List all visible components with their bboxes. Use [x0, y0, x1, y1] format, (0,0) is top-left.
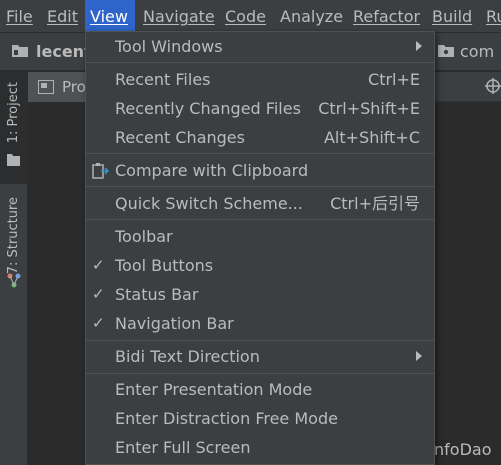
menu-item-tool-buttons[interactable]: ✓ Tool Buttons: [86, 251, 434, 280]
menu-separator: [86, 62, 434, 63]
structure-icon: [7, 273, 21, 288]
menu-item-bidi-text-direction[interactable]: Bidi Text Direction: [86, 342, 434, 371]
menu-item-recently-changed-files[interactable]: Recently Changed Files Ctrl+Shift+E: [86, 94, 434, 123]
check-icon: ✓: [92, 285, 105, 303]
project-view-tab-label: Pro: [62, 78, 86, 96]
navigation-bar-label: Navigation Bar: [115, 314, 234, 333]
menu-item-navigation-bar[interactable]: ✓ Navigation Bar: [86, 309, 434, 338]
compare-with-clipboard-label: Compare with Clipboard: [115, 161, 309, 180]
menu-item-recent-files[interactable]: Recent Files Ctrl+E: [86, 65, 434, 94]
menu-item-compare-with-clipboard[interactable]: Compare with Clipboard: [86, 156, 434, 185]
recent-changes-shortcut: Alt+Shift+C: [323, 128, 420, 147]
menu-item-tool-windows[interactable]: Tool Windows: [86, 32, 434, 61]
package-folder-icon: [438, 45, 454, 57]
menu-separator: [86, 219, 434, 220]
background-editor-text: nfoDao: [434, 440, 492, 459]
menu-item-quick-switch-scheme[interactable]: Quick Switch Scheme... Ctrl+后引号: [86, 189, 434, 218]
structure-tab-label[interactable]: 7: Structure: [6, 197, 21, 274]
enter-distraction-free-mode-label: Enter Distraction Free Mode: [115, 409, 338, 428]
menu-view[interactable]: View: [85, 0, 135, 33]
recent-files-label: Recent Files: [115, 70, 211, 89]
status-bar-label: Status Bar: [115, 285, 199, 304]
recently-changed-files-label: Recently Changed Files: [115, 99, 301, 118]
menu-item-enter-distraction-free-mode[interactable]: Enter Distraction Free Mode: [86, 404, 434, 433]
check-icon: ✓: [92, 314, 105, 332]
menu-separator: [86, 340, 434, 341]
bidi-text-direction-label: Bidi Text Direction: [115, 347, 260, 366]
submenu-arrow-icon: [416, 351, 422, 361]
nav-project-name[interactable]: lecent: [36, 33, 92, 71]
tool-buttons-label: Tool Buttons: [115, 256, 214, 275]
menu-item-enter-full-screen[interactable]: Enter Full Screen: [86, 433, 434, 462]
main-menubar: File Edit View Navigate Code Analyze Ref…: [0, 0, 501, 33]
nav-package-name[interactable]: com: [460, 33, 494, 71]
project-tab-icon: [7, 154, 20, 166]
menu-navigate[interactable]: Navigate: [143, 0, 215, 33]
recently-changed-files-shortcut: Ctrl+Shift+E: [318, 99, 420, 118]
menu-separator: [86, 186, 434, 187]
menu-item-recent-changes[interactable]: Recent Changes Alt+Shift+C: [86, 123, 434, 152]
quick-switch-scheme-label: Quick Switch Scheme...: [115, 194, 303, 213]
enter-full-screen-label: Enter Full Screen: [115, 438, 251, 457]
menu-separator: [86, 153, 434, 154]
project-tool-tab[interactable]: 1: Project: [0, 72, 28, 184]
menu-build[interactable]: Build: [432, 0, 472, 33]
left-tool-strip: 1: Project 7: Structure: [0, 72, 28, 465]
recent-files-shortcut: Ctrl+E: [368, 70, 420, 89]
check-icon: ✓: [92, 256, 105, 274]
enter-presentation-mode-label: Enter Presentation Mode: [115, 380, 313, 399]
view-menu-dropdown: Tool Windows Recent Files Ctrl+E Recentl…: [85, 31, 435, 465]
project-tab-label: 1: Project: [6, 82, 21, 144]
quick-switch-scheme-shortcut: Ctrl+后引号: [330, 194, 420, 213]
menu-separator: [86, 373, 434, 374]
project-view-icon: [38, 80, 54, 94]
menu-item-enter-presentation-mode[interactable]: Enter Presentation Mode: [86, 375, 434, 404]
clipboard-compare-icon: [92, 163, 110, 179]
menu-edit[interactable]: Edit: [47, 0, 78, 33]
menu-item-status-bar[interactable]: ✓ Status Bar: [86, 280, 434, 309]
menu-analyze[interactable]: Analyze: [280, 0, 343, 33]
locate-target-icon[interactable]: [485, 78, 501, 94]
menu-item-toolbar[interactable]: Toolbar: [86, 222, 434, 251]
toolbar-label: Toolbar: [115, 227, 173, 246]
menu-file[interactable]: File: [6, 0, 33, 33]
tool-windows-label: Tool Windows: [115, 37, 223, 56]
menu-code[interactable]: Code: [225, 0, 266, 33]
recent-changes-label: Recent Changes: [115, 128, 245, 147]
menu-run[interactable]: Ru: [486, 0, 501, 33]
submenu-arrow-icon: [416, 41, 422, 51]
menu-refactor[interactable]: Refactor: [353, 0, 420, 33]
project-folder-icon: [12, 45, 28, 57]
